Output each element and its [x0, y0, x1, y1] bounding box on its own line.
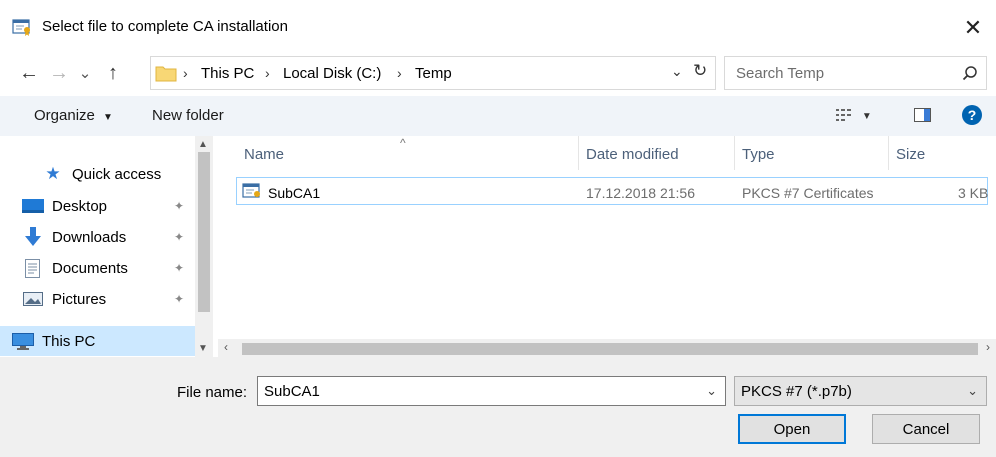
folder-icon [155, 66, 177, 82]
file-date-cell: 17.12.2018 21:56 [586, 185, 695, 201]
file-list-horizontal-scrollbar[interactable]: ‹ › [218, 339, 996, 357]
file-type-cell: PKCS #7 Certificates [742, 185, 874, 201]
refresh-icon[interactable]: ↻ [693, 61, 707, 81]
star-icon: ★ [45, 164, 61, 183]
certificate-file-icon [242, 183, 260, 198]
file-name-cell[interactable]: SubCA1 [268, 185, 320, 201]
navigation-pane: ★ Quick access Desktop ✦ Downloads ✦ Doc… [0, 136, 215, 357]
documents-icon [22, 258, 44, 278]
caret-down-icon: ▼ [861, 111, 872, 122]
breadcrumb-temp[interactable]: Temp [415, 65, 452, 82]
file-type-select[interactable]: PKCS #7 (*.p7b) ⌄ [734, 376, 987, 406]
pin-icon[interactable]: ✦ [174, 199, 184, 213]
sidebar-item-desktop[interactable]: Desktop [22, 193, 107, 219]
sidebar-item-label: This PC [42, 332, 96, 350]
back-arrow-icon: ← [19, 61, 39, 84]
chevron-down-icon[interactable]: ⌄ [706, 383, 717, 399]
help-button[interactable]: ? [962, 105, 982, 125]
help-icon: ? [962, 105, 982, 125]
search-placeholder: Search Temp [736, 65, 825, 82]
sidebar-item-documents[interactable]: Documents [22, 255, 128, 281]
caret-down-icon: ▼ [103, 112, 113, 123]
pin-icon[interactable]: ✦ [174, 261, 184, 275]
navigation-pane-scrollbar[interactable]: ▲ ▼ [195, 136, 213, 357]
scroll-right-icon[interactable]: › [986, 340, 990, 354]
chevron-down-icon: ⌄ [78, 65, 92, 82]
organize-button[interactable]: Organize ▼ [34, 107, 113, 124]
title-bar: Select file to complete CA installation … [0, 0, 996, 50]
sidebar-item-label: Downloads [52, 228, 127, 246]
pin-icon[interactable]: ✦ [174, 292, 184, 306]
download-icon [22, 227, 44, 246]
open-button[interactable]: Open [738, 414, 846, 444]
sidebar-item-label: Desktop [52, 197, 108, 215]
scroll-down-icon[interactable]: ▼ [198, 343, 208, 354]
view-list-icon [836, 109, 851, 121]
preview-pane-button[interactable] [914, 108, 931, 125]
file-name-input[interactable]: SubCA1 ⌄ [257, 376, 726, 406]
sidebar-item-pictures[interactable]: Pictures [22, 286, 106, 312]
search-icon [962, 66, 977, 81]
forward-button[interactable]: → [46, 56, 72, 90]
close-button[interactable]: ✕ [950, 10, 996, 46]
column-divider[interactable] [734, 136, 735, 170]
certificate-app-icon [12, 19, 30, 36]
desktop-icon [22, 197, 44, 215]
scrollbar-thumb[interactable] [198, 152, 210, 312]
file-name-label: File name: [177, 384, 248, 401]
organize-label: Organize [34, 107, 95, 124]
file-type-value: PKCS #7 (*.p7b) [741, 383, 852, 400]
preview-pane-icon [914, 108, 931, 122]
breadcrumb-this-pc[interactable]: This PC [201, 65, 254, 82]
chevron-down-icon: ⌄ [967, 383, 978, 398]
pin-icon[interactable]: ✦ [174, 230, 184, 244]
breadcrumb-local-disk[interactable]: Local Disk (C:) [283, 65, 381, 82]
computer-icon [12, 332, 34, 350]
search-box[interactable]: Search Temp [724, 56, 987, 90]
column-header-name[interactable]: Name [244, 146, 284, 163]
window-title: Select file to complete CA installation [42, 18, 288, 35]
scroll-left-icon[interactable]: ‹ [224, 340, 228, 354]
forward-arrow-icon: → [49, 61, 69, 84]
breadcrumb-separator: › [265, 65, 270, 81]
column-header-date-modified[interactable]: Date modified [586, 146, 679, 163]
up-arrow-icon: ↑ [108, 61, 118, 84]
breadcrumb-separator: › [183, 65, 188, 81]
column-header-size[interactable]: Size [896, 146, 925, 163]
column-divider[interactable] [578, 136, 579, 170]
sidebar-item-this-pc[interactable]: This PC [12, 328, 95, 354]
close-icon: ✕ [963, 15, 983, 40]
sidebar-item-downloads[interactable]: Downloads [22, 224, 126, 250]
sort-ascending-icon: ^ [400, 136, 406, 150]
address-dropdown-icon[interactable]: ⌄ [671, 63, 683, 80]
file-size-cell: 3 KB [958, 185, 989, 201]
sidebar-item-label: Pictures [52, 290, 107, 308]
pictures-icon [22, 290, 44, 308]
command-toolbar: Organize ▼ New folder ▼ ? [0, 96, 996, 136]
change-view-button[interactable]: ▼ [836, 108, 872, 125]
cancel-button[interactable]: Cancel [872, 414, 980, 444]
sidebar-item-label: Documents [52, 259, 128, 277]
column-header-type[interactable]: Type [742, 146, 775, 163]
scroll-up-icon[interactable]: ▲ [198, 139, 208, 150]
column-divider[interactable] [888, 136, 889, 170]
back-button[interactable]: ← [14, 56, 44, 90]
address-bar[interactable]: › This PC › Local Disk (C:) › Temp ⌄ ↻ [150, 56, 716, 90]
new-folder-button[interactable]: New folder [152, 107, 224, 124]
up-button[interactable]: ↑ [98, 56, 128, 90]
dialog-footer: File name: SubCA1 ⌄ PKCS #7 (*.p7b) ⌄ Op… [0, 357, 996, 457]
scrollbar-thumb[interactable] [242, 343, 978, 355]
file-open-dialog: Select file to complete CA installation … [0, 0, 996, 457]
recent-locations-button[interactable]: ⌄ [74, 56, 96, 90]
sidebar-item-quick-access[interactable]: ★ Quick access [42, 161, 161, 187]
breadcrumb-separator: › [397, 65, 402, 81]
sidebar-item-label: Quick access [72, 165, 162, 183]
file-name-value: SubCA1 [264, 383, 320, 400]
